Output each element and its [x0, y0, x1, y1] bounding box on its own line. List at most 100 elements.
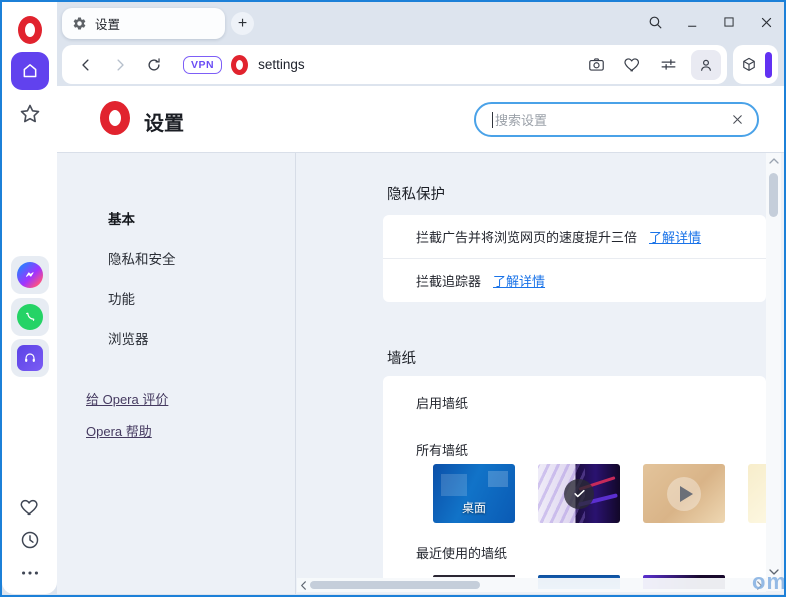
tracker-learn-more-link[interactable]: 了解详情: [493, 271, 545, 290]
text-caret: [492, 112, 493, 128]
recent-wallpapers-label: 最近使用的墙纸: [416, 543, 507, 562]
nav-item-basic[interactable]: 基本: [108, 208, 135, 228]
maximize-button[interactable]: [717, 10, 741, 34]
nav-item-privacy[interactable]: 隐私和安全: [108, 248, 176, 268]
tab-settings[interactable]: 设置: [62, 8, 225, 39]
cube-icon: [740, 56, 758, 74]
sidebar-setup-button[interactable]: [19, 562, 41, 584]
tracker-row[interactable]: 拦截追踪器 了解详情: [383, 258, 766, 301]
opera-browser-window: 设置 +: [0, 0, 786, 597]
tab-label: 设置: [95, 14, 120, 33]
adblock-label: 拦截广告并将浏览网页的速度提升三倍: [416, 227, 637, 246]
nav-item-features[interactable]: 功能: [108, 288, 135, 308]
minimize-icon: [685, 15, 700, 30]
forward-icon: [111, 56, 129, 74]
plus-icon: +: [238, 16, 247, 32]
settings-header: 设置 搜索设置: [57, 86, 784, 152]
wallpaper-section-title: 墙纸: [387, 347, 416, 368]
extensions-panel: [733, 45, 778, 84]
forward-button[interactable]: [111, 56, 129, 74]
heart-icon: [623, 55, 642, 74]
camera-icon: [587, 55, 606, 74]
sidebar-toggle-pill[interactable]: [765, 52, 772, 78]
maximize-icon: [722, 15, 736, 29]
star-icon: [18, 102, 42, 126]
address-bar[interactable]: VPN settings: [62, 45, 727, 84]
profile-icon: [697, 56, 715, 74]
nav-item-browser[interactable]: 浏览器: [108, 328, 149, 348]
wallpaper-thumb-desktop[interactable]: 桌面: [433, 464, 515, 523]
close-button[interactable]: [754, 10, 778, 34]
history-button[interactable]: [19, 529, 41, 551]
opera-help-link[interactable]: Opera 帮助: [86, 421, 152, 440]
snapshot-button[interactable]: [587, 55, 606, 74]
settings-page: 设置 搜索设置 基本 隐私和安全 功能 浏览器 给 Opera 评价 Opera…: [57, 86, 784, 594]
check-icon: [572, 486, 587, 501]
enable-wallpaper-label[interactable]: 启用墙纸: [383, 376, 766, 412]
home-icon: [20, 61, 40, 81]
play-icon: [667, 477, 701, 511]
opera-logo: [18, 16, 42, 44]
profile-button[interactable]: [691, 50, 721, 80]
opera-logo: [100, 101, 130, 135]
page-title: 设置: [144, 107, 184, 136]
easy-setup-button[interactable]: [659, 55, 678, 74]
privacy-section-title: 隐私保护: [387, 183, 445, 204]
settings-content: 隐私保护 拦截广告并将浏览网页的速度提升三倍 了解详情 拦截追踪器 了解详情 墙…: [297, 153, 784, 594]
watermark-text: om: [752, 569, 786, 595]
search-icon: [647, 14, 664, 31]
wallpaper-thumb-selected[interactable]: [538, 464, 620, 523]
opera-site-icon: [231, 55, 248, 75]
wallpaper-thumbnails: 桌面: [433, 464, 766, 523]
settings-body: 基本 隐私和安全 功能 浏览器 给 Opera 评价 Opera 帮助 隐私保护…: [57, 152, 784, 594]
player-button[interactable]: [11, 339, 49, 377]
messenger-icon: [17, 262, 43, 288]
add-to-favorites-button[interactable]: [623, 55, 642, 74]
vertical-scroll-thumb[interactable]: [769, 173, 778, 217]
clear-search-button[interactable]: [730, 112, 745, 127]
wallpaper-thumb-video[interactable]: [643, 464, 725, 523]
gear-icon: [72, 16, 87, 31]
back-icon: [77, 56, 95, 74]
adblock-learn-more-link[interactable]: 了解详情: [649, 227, 701, 246]
chevron-left-icon[interactable]: [299, 580, 308, 591]
search-placeholder: 搜索设置: [495, 110, 730, 129]
reload-button[interactable]: [145, 56, 163, 74]
wallpaper-card: 启用墙纸 所有墙纸 桌面: [383, 376, 766, 592]
vpn-badge[interactable]: VPN: [183, 56, 222, 74]
heart-icon: [19, 496, 41, 518]
new-tab-button[interactable]: +: [231, 12, 254, 35]
settings-nav: 基本 隐私和安全 功能 浏览器 给 Opera 评价 Opera 帮助: [57, 153, 296, 594]
wallpaper-thumb-rays[interactable]: [748, 464, 766, 523]
horizontal-scroll-thumb[interactable]: [310, 581, 480, 589]
clear-icon: [730, 112, 745, 127]
history-icon: [19, 529, 41, 551]
minimize-button[interactable]: [680, 10, 704, 34]
rate-opera-link[interactable]: 给 Opera 评价: [86, 389, 168, 408]
browser-chrome: 设置 +: [57, 2, 784, 86]
extensions-button[interactable]: [740, 56, 758, 74]
messenger-button[interactable]: [11, 256, 49, 294]
back-button[interactable]: [77, 56, 95, 74]
bookmarks-star-button[interactable]: [18, 102, 42, 126]
chevron-up-icon[interactable]: [768, 156, 780, 166]
selected-check-badge: [564, 479, 594, 509]
url-text[interactable]: settings: [258, 57, 305, 72]
tab-search-button[interactable]: [643, 10, 667, 34]
reload-icon: [145, 56, 163, 74]
wallpaper-thumb-label: 桌面: [433, 499, 515, 516]
favorites-button[interactable]: [19, 496, 41, 518]
settings-search-box[interactable]: 搜索设置: [474, 102, 759, 137]
ellipsis-icon: [19, 562, 41, 584]
horizontal-scrollbar[interactable]: [297, 578, 766, 592]
tune-icon: [659, 55, 678, 74]
all-wallpapers-label: 所有墙纸: [383, 412, 766, 459]
home-button[interactable]: [11, 52, 49, 90]
headphones-icon: [17, 345, 43, 371]
vertical-scrollbar[interactable]: [766, 153, 781, 591]
whatsapp-button[interactable]: [11, 298, 49, 336]
adblock-row[interactable]: 拦截广告并将浏览网页的速度提升三倍 了解详情: [383, 215, 766, 258]
tracker-label: 拦截追踪器: [416, 271, 481, 290]
browser-sidebar: [2, 2, 57, 594]
close-icon: [759, 15, 774, 30]
